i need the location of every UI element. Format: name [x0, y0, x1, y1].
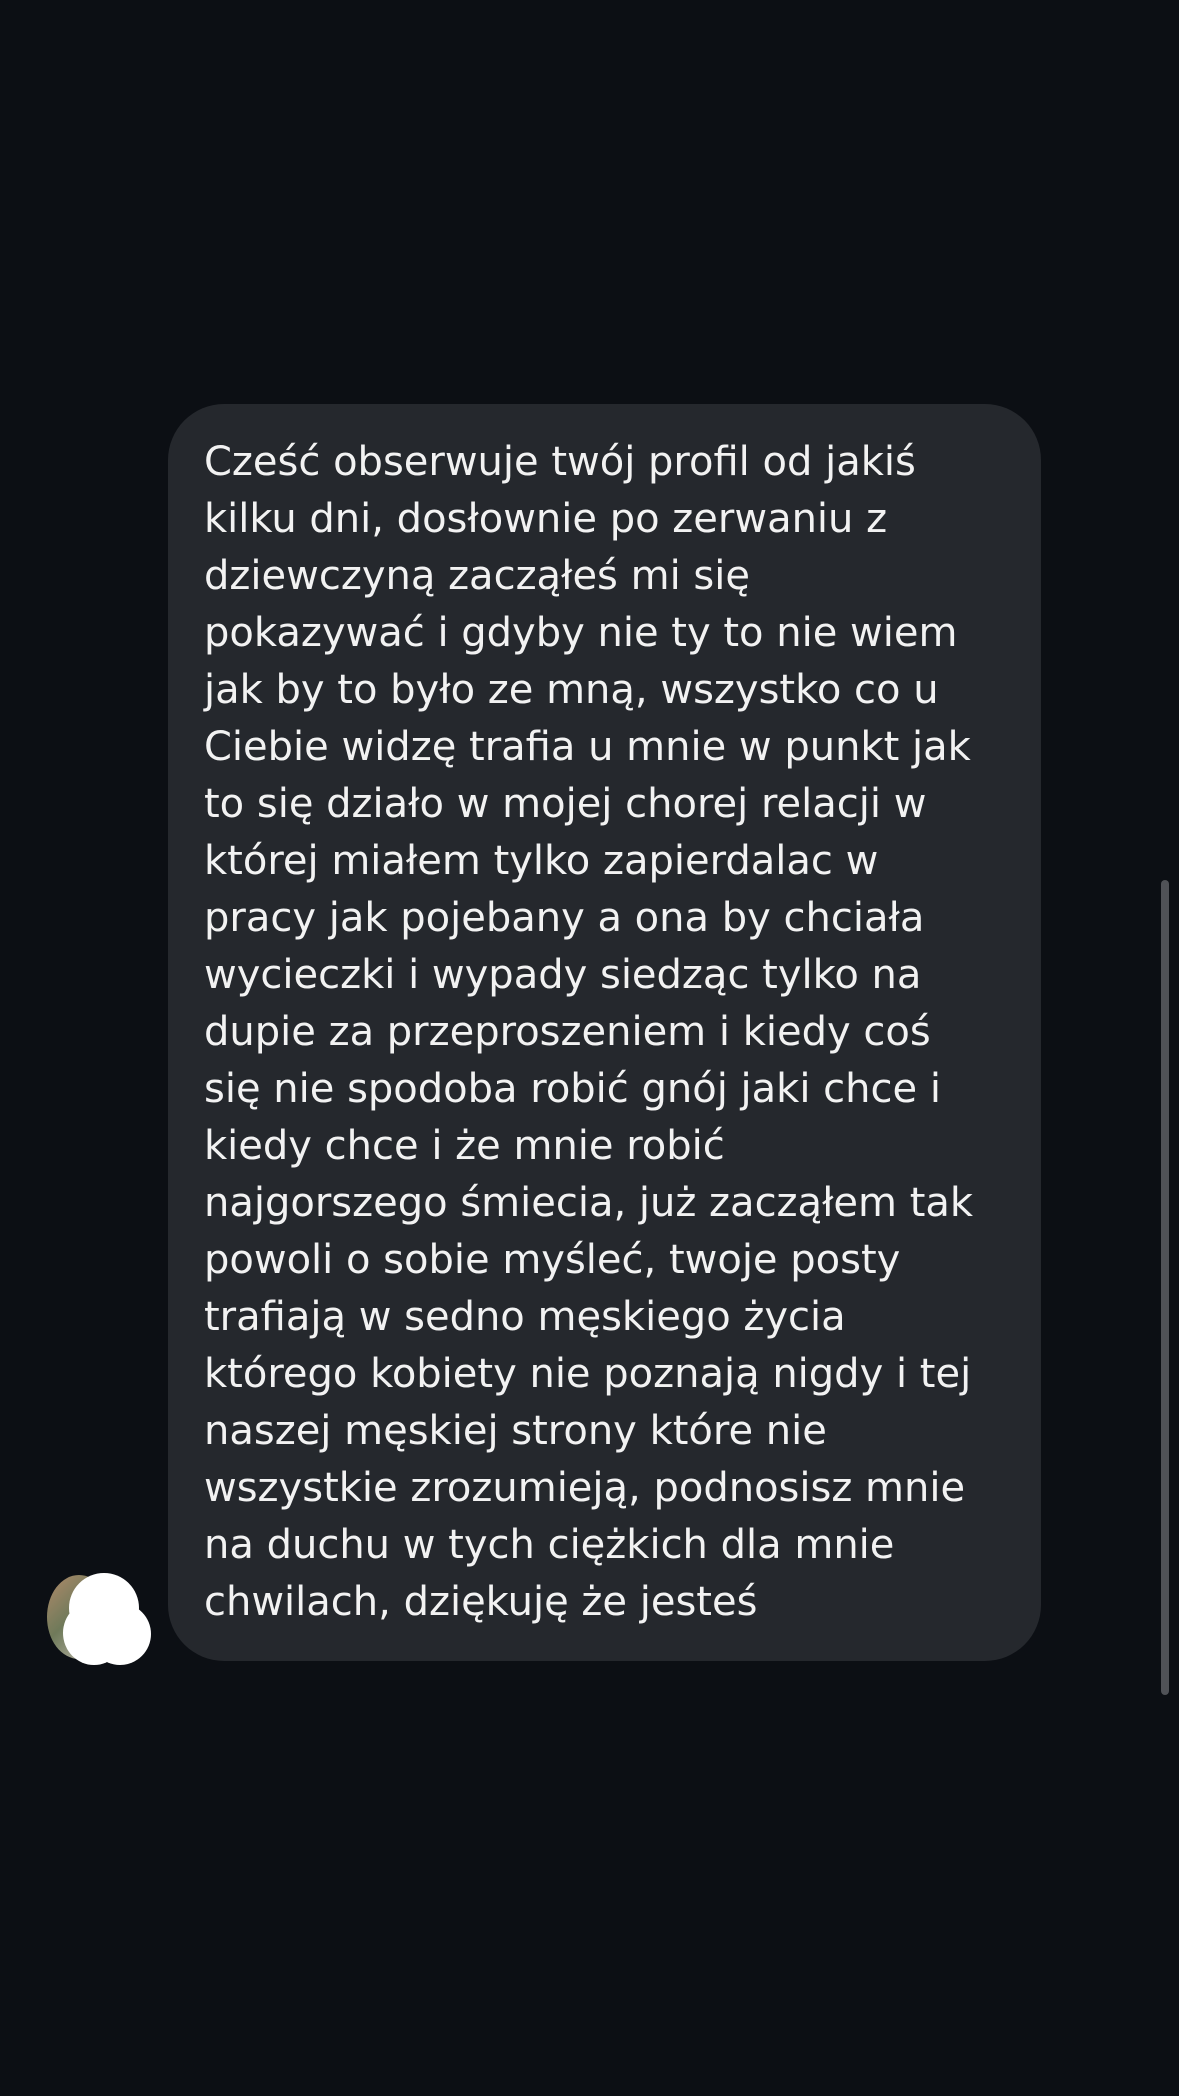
chat-screen: Cześć obserwuje twój profil od jakiś kil…: [0, 0, 1179, 2096]
message-text: Cześć obserwuje twój profil od jakiś kil…: [204, 439, 974, 1625]
sender-avatar[interactable]: [47, 1573, 151, 1665]
avatar-redaction-mark: [63, 1601, 125, 1665]
scrollbar[interactable]: [1161, 880, 1169, 1695]
incoming-message-bubble[interactable]: Cześć obserwuje twój profil od jakiś kil…: [168, 404, 1041, 1661]
scrollbar-thumb[interactable]: [1161, 880, 1169, 1695]
